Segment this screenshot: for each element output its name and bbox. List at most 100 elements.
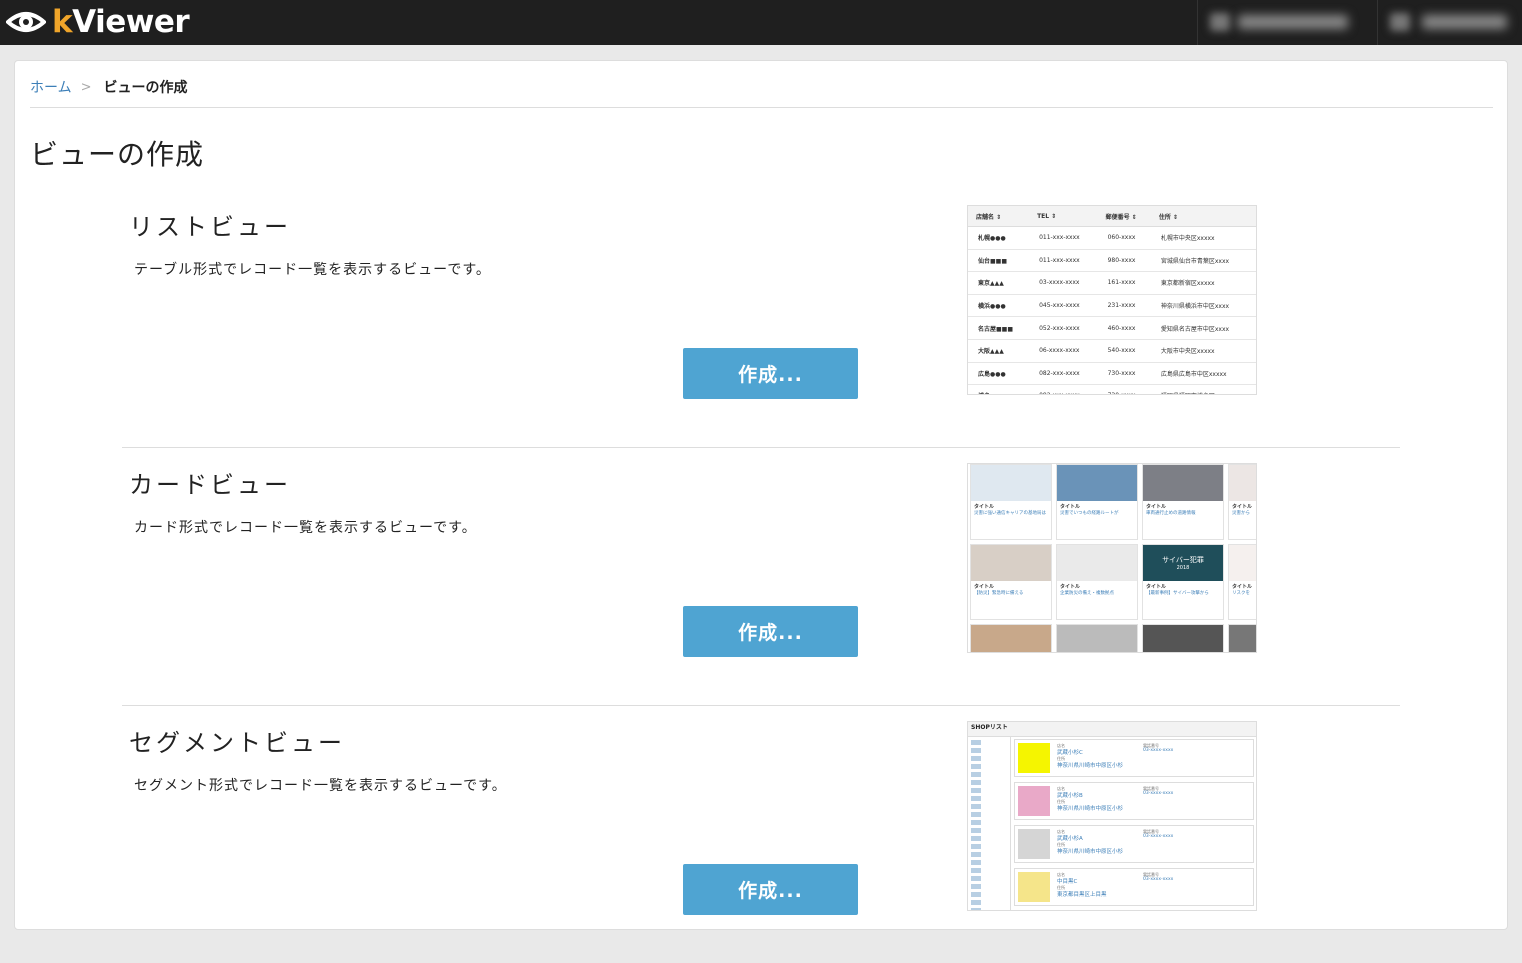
preview-sidebar-item [971,740,981,745]
preview-phone: 03-xxxx-xxxx [1143,877,1174,882]
preview-shop-name: 武蔵小杉B [1057,793,1083,799]
preview-cell: 011-xxx-xxxx [1029,226,1098,250]
card-view-section: カードビュー カード形式でレコード一覧を表示するビューです。 作成... タイト… [122,447,1400,706]
preview-table: 店舗名 ⇕ TEL ⇕ 郵便番号 ⇕ 住所 ⇕ 札幌●●● 011-xxx-xxxx 06… [968,206,1256,394]
preview-cell: 博多■■■ [968,384,1030,394]
preview-cell: 06-xxxx-xxxx [1029,339,1098,363]
preview-card-label: タイトル [974,584,995,590]
preview-card-link: 【最新事例】サイバー攻撃から [1146,591,1209,596]
preview-cell: 大阪▲▲▲ [968,339,1030,363]
user-name-blurred [1238,15,1348,29]
preview-address: 東京都目黒区上目黒 [1057,892,1107,898]
preview-thumbnail [1018,786,1050,816]
preview-cell: 082-xxx-xxxx [1029,384,1098,394]
create-segment-view-button[interactable]: 作成... [683,864,858,915]
preview-cell: 神奈川県横浜市中区xxxx [1150,294,1256,318]
preview-table-row: 名古屋■■■ 052-xxx-xxxx 460-xxxx 愛知県名古屋市中区xxxx [968,316,1256,340]
preview-segment-row: 店名 武蔵小杉B 住所 神奈川県川崎市中原区小杉 電話番号 03-xxxx-xxxx [1014,782,1254,820]
eye-icon [6,12,46,32]
preview-card: タイトル 車両通行止めの道路情報 [1142,464,1224,540]
preview-cell: 広島県広島市中区xxxxx [1150,362,1256,386]
preview-segment-row: 店名 武蔵小杉C 住所 神奈川県川崎市中原区小杉 電話番号 03-xxxx-xxxx [1014,739,1254,777]
preview-card-link: 災害から [1232,511,1250,516]
preview-cell: 011-xxx-xxxx [1029,249,1098,273]
preview-cell: 福岡県福岡市博多区xxxx [1150,384,1256,394]
preview-cell: 082-xxx-xxxx [1029,362,1098,386]
breadcrumb: ホーム > ビューの作成 [30,77,188,97]
preview-column-header: 店舗名 ⇕ [968,206,1030,227]
preview-card-image [1143,625,1223,652]
preview-card-label: タイトル [1146,504,1167,510]
section-title: カードビュー [129,471,291,499]
preview-thumbnail [1018,872,1050,902]
top-bar: kViewer [0,0,1522,45]
preview-sidebar-item [971,780,981,785]
preview-cell: 札幌●●● [968,226,1030,250]
breadcrumb-separator: > [80,79,92,95]
preview-sidebar-item [971,828,981,833]
preview-card-label: タイトル [1146,584,1167,590]
preview-sidebar-item [971,756,981,761]
preview-address: 神奈川県川崎市中原区小杉 [1057,763,1124,769]
preview-card-label: タイトル [974,504,995,510]
preview-card [1228,624,1256,652]
preview-sidebar-item [971,748,981,753]
preview-sidebar-item [971,764,981,769]
segment-view-preview: SHOPリスト 店名 武蔵小杉C 住所 神奈川県川崎市中原区小杉 電話番号 03-xxxx… [967,721,1257,911]
app-name: kViewer [52,4,190,40]
preview-column-header: TEL ⇕ [1029,206,1098,227]
list-view-preview: 店舗名 ⇕ TEL ⇕ 郵便番号 ⇕ 住所 ⇕ 札幌●●● 011-xxx-xxxx 06… [967,205,1257,395]
preview-phone: 03-xxxx-xxxx [1143,748,1174,753]
preview-cell: 仙台■■■ [968,249,1030,273]
preview-card-link: 車両通行止めの道路情報 [1146,511,1196,516]
app-logo[interactable]: kViewer [6,4,190,40]
preview-shop-name: 中目黒C [1057,879,1078,885]
preview-column-header: 郵便番号 ⇕ [1097,206,1151,227]
card-view-preview: タイトル 災害に強い通信キャリアの基地局は タイトル 災害でいつもの経路ルートが タイト… [967,463,1257,653]
preview-sidebar-item [971,844,981,849]
preview-thumbnail [1018,743,1050,773]
preview-cell: 460-xxxx [1097,316,1151,340]
preview-cell: 横浜●●● [968,294,1030,318]
preview-address: 神奈川県川崎市中原区小杉 [1057,849,1124,855]
preview-sidebar-item [971,900,981,905]
preview-sidebar [968,737,1011,910]
preview-card-link: 災害でいつもの経路ルートが [1060,511,1119,516]
preview-sidebar-item [971,860,981,865]
preview-card-image [971,625,1051,652]
preview-cell: 札幌市中央区xxxxx [1150,226,1256,250]
preview-card-link: 災害に強い通信キャリアの基地局は [974,511,1046,516]
preview-card-image [971,545,1051,581]
create-list-view-button[interactable]: 作成... [683,348,858,399]
preview-card: タイトル リスクを [1228,544,1256,620]
create-card-view-button[interactable]: 作成... [683,606,858,657]
section-description: テーブル形式でレコード一覧を表示するビューです。 [134,262,491,278]
breadcrumb-current: ビューの作成 [103,80,188,96]
preview-phone: 03-xxxx-xxxx [1143,791,1174,796]
preview-sidebar-item [971,852,981,857]
preview-table-row: 仙台■■■ 011-xxx-xxxx 980-xxxx 宮城県仙台市青葉区xxxx [968,249,1256,273]
preview-card-image: サイバー犯罪 2018 [1143,545,1223,581]
preview-table-row: 横浜●●● 045-xxx-xxxx 231-xxxx 神奈川県横浜市中区xxxx [968,294,1256,318]
segment-view-section: セグメントビュー セグメント形式でレコード一覧を表示するビューです。 作成...… [122,705,1400,963]
user-menu[interactable] [1197,0,1377,45]
preview-card-image [1229,545,1256,581]
breadcrumb-home[interactable]: ホーム [30,77,72,97]
preview-card: タイトル 災害でいつもの経路ルートが [1056,464,1138,540]
preview-cell: 東京▲▲▲ [968,271,1030,295]
preview-cell: 大阪市中央区xxxxx [1150,339,1256,363]
preview-card-label: タイトル [1232,504,1253,510]
preview-sidebar-item [971,772,981,777]
overlay-text: サイバー犯罪 [1162,556,1204,564]
preview-header: SHOPリスト [968,722,1256,737]
preview-cell: 730-xxxx [1097,362,1151,386]
preview-card-link: リスクを [1232,591,1250,596]
preview-column-header: 住所 ⇕ [1150,206,1256,227]
preview-card-link: 企業防災の備え・複数拠点 [1060,591,1114,596]
preview-card-image [1057,545,1137,581]
account-menu[interactable] [1377,0,1522,45]
preview-sidebar-item [971,796,981,801]
preview-cell: 980-xxxx [1097,249,1151,273]
preview-card [1056,624,1138,652]
preview-card: タイトル 災害に強い通信キャリアの基地局は [970,464,1052,540]
